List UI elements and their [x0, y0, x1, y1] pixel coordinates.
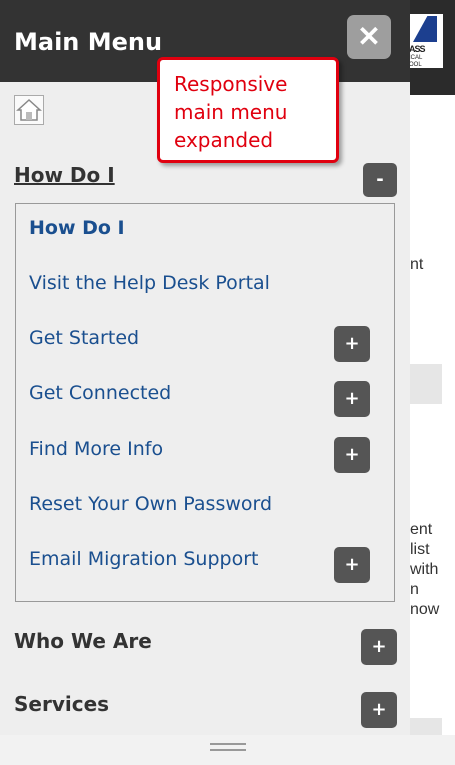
section-how-do-i[interactable]: How Do I	[14, 163, 115, 187]
home-icon	[16, 98, 42, 121]
expand-get-connected-button[interactable]: +	[334, 381, 370, 417]
page-text-fragment: n	[410, 581, 419, 598]
expand-services-button[interactable]: +	[361, 692, 397, 728]
expand-find-more-info-button[interactable]: +	[334, 437, 370, 473]
expand-who-we-are-button[interactable]: +	[361, 629, 397, 665]
home-button[interactable]	[14, 95, 44, 125]
section-services[interactable]: Services	[14, 692, 109, 716]
logo-text: ASS	[409, 44, 425, 54]
expand-get-started-button[interactable]: +	[334, 326, 370, 362]
menu-title: Main Menu	[14, 28, 163, 56]
submenu-item-help-desk-portal[interactable]: Visit the Help Desk Portal	[29, 272, 270, 294]
how-do-i-submenu: How Do I Visit the Help Desk Portal Get …	[15, 203, 395, 602]
expand-email-migration-button[interactable]: +	[334, 547, 370, 583]
callout-text: main menu	[174, 100, 288, 124]
close-menu-button[interactable]: ✕	[347, 15, 391, 59]
collapse-how-do-i-button[interactable]: -	[363, 163, 397, 197]
logo-subtext: ICAL	[409, 55, 423, 61]
section-who-we-are[interactable]: Who We Are	[14, 629, 152, 653]
logo-subtext: OOL	[409, 62, 422, 68]
submenu-item-get-connected[interactable]: Get Connected	[29, 382, 171, 404]
university-logo: ASS ICAL OOL	[407, 14, 443, 68]
annotation-callout: Responsive main menu expanded	[157, 57, 339, 163]
page-bar	[410, 718, 442, 735]
submenu-item-email-migration[interactable]: Email Migration Support	[29, 548, 258, 570]
page-text-fragment: now	[410, 601, 440, 618]
page-text-fragment: with	[410, 561, 439, 578]
submenu-item-reset-password[interactable]: Reset Your Own Password	[29, 493, 272, 515]
page-text-fragment: ent	[410, 521, 433, 538]
submenu-item-get-started[interactable]: Get Started	[29, 327, 139, 349]
submenu-item-how-do-i[interactable]: How Do I	[29, 217, 125, 239]
callout-text: Responsive	[174, 72, 288, 96]
page-text-fragment: nt	[410, 256, 424, 273]
callout-text: expanded	[174, 128, 274, 152]
logo-mark-icon	[413, 16, 437, 42]
page-text-fragment: list	[410, 541, 430, 558]
submenu-item-find-more-info[interactable]: Find More Info	[29, 438, 163, 460]
drag-handle-icon[interactable]	[210, 743, 246, 755]
page-bar	[410, 364, 442, 404]
